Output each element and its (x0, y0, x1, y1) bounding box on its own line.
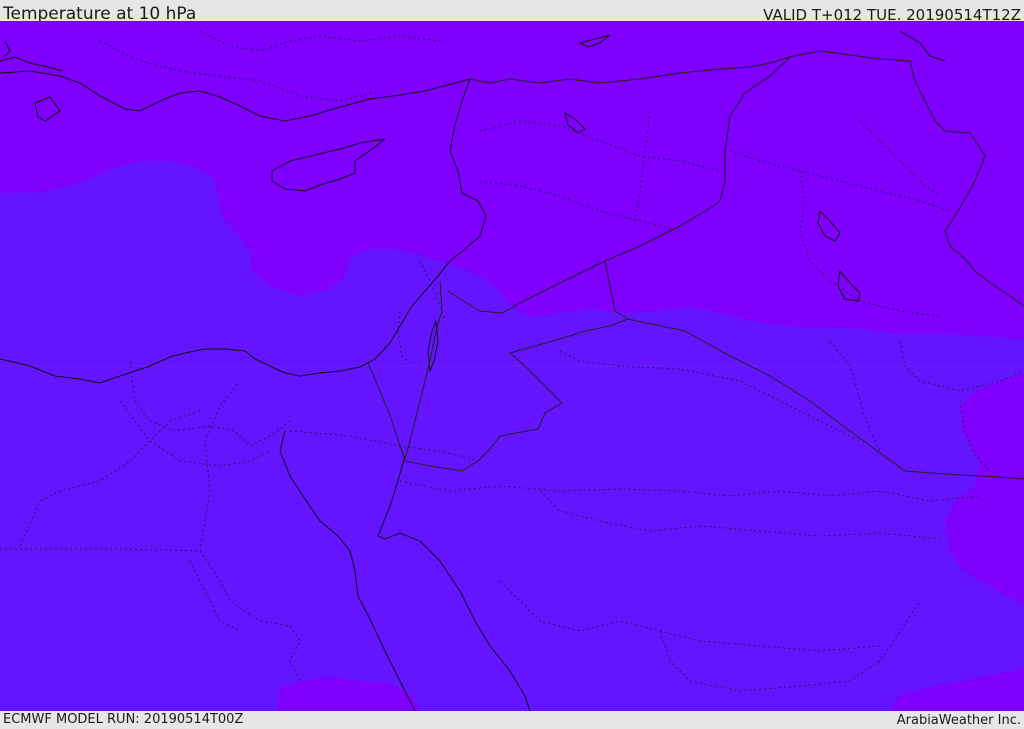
model-run-label: ECMWF MODEL RUN: 20190514T00Z (3, 712, 244, 727)
map-canvas (0, 21, 1024, 711)
footer-bar: ECMWF MODEL RUN: 20190514T00Z ArabiaWeat… (0, 711, 1024, 729)
weather-map-page: Temperature at 10 hPa VALID T+012 TUE. 2… (0, 0, 1024, 729)
header-bar: Temperature at 10 hPa VALID T+012 TUE. 2… (0, 0, 1024, 24)
credit-label: ArabiaWeather Inc. (896, 713, 1021, 728)
temperature-map (0, 21, 1024, 711)
